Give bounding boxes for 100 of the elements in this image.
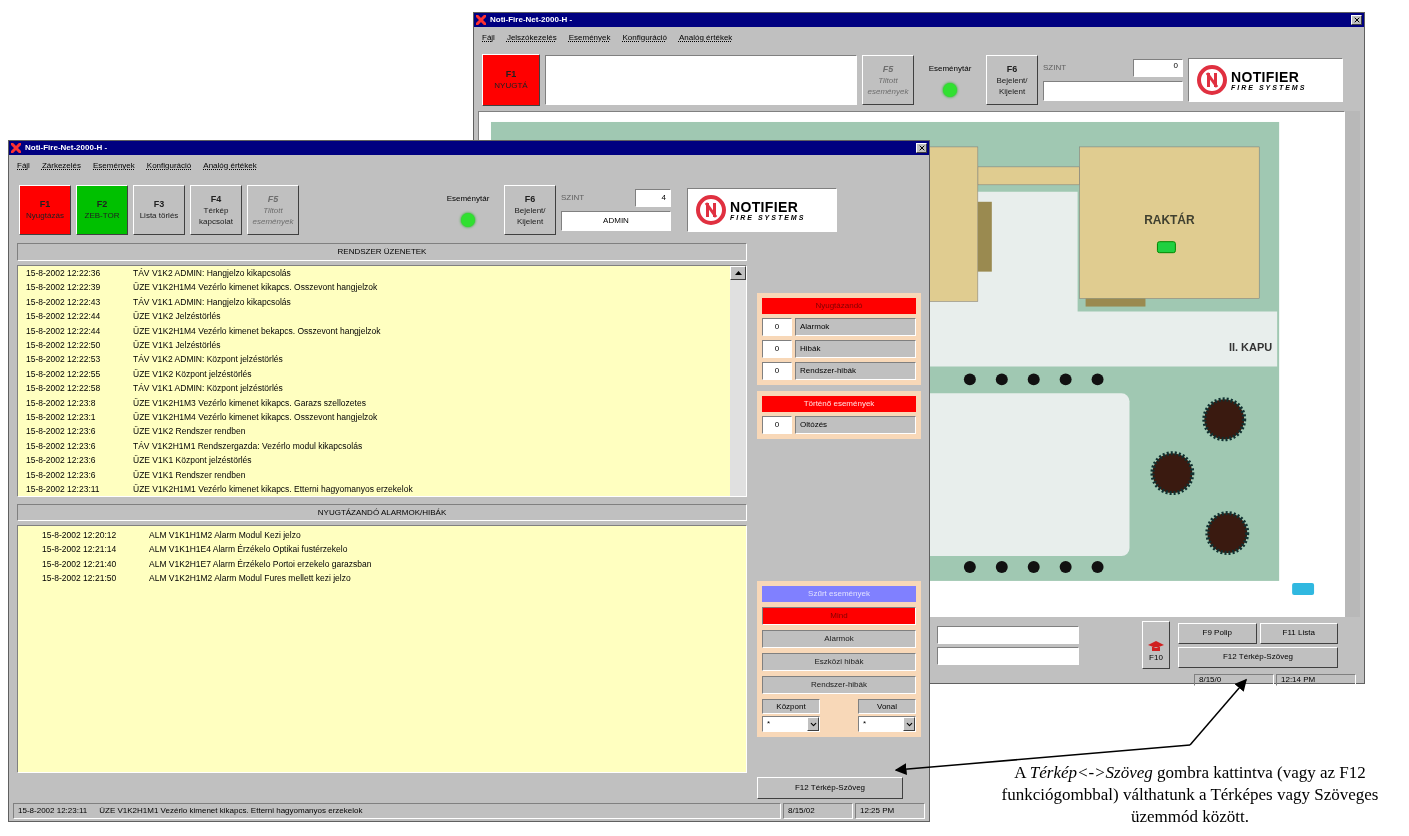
gate-label: II. KAPU	[1228, 341, 1273, 354]
select-label: Vonal	[858, 699, 916, 714]
log-time: 15-8-2002 12:22:58	[26, 382, 102, 396]
status-time: 12:14 PM	[1276, 673, 1356, 686]
log-message: ALM V1K2H1E7 Alarm Érzékelo Portoi erzekelo garazsban	[149, 557, 372, 571]
status-text: ÜZE V1K2H1M1 Vezérlo kimenet kikapcs. Etterni hagyomanyos erzekelok	[99, 805, 363, 817]
close-button[interactable]	[916, 143, 927, 153]
panel-title: Történő események	[762, 396, 916, 412]
log-message: TÁV V1K1 ADMIN: Hangjelzo kikapcsolás	[133, 295, 291, 309]
log-message: ÜZE V1K2H1M4 Vezérlo kimenet kikapcs. Osszevont hangjelzok	[133, 411, 378, 425]
function-key-button[interactable]: F6 Bejelent/ Kijelent	[504, 185, 556, 235]
close-button[interactable]	[1351, 15, 1362, 25]
menu-item[interactable]: Analóg értékek	[203, 160, 257, 172]
filter-option[interactable]: Rendszer-hibák	[762, 676, 916, 694]
count-field: 0	[762, 340, 792, 358]
toolbar-button[interactable]: F11 Lista	[1259, 622, 1338, 644]
dropdown-field[interactable]: *	[762, 716, 820, 732]
log-message: ALM V1K1H1M2 Alarm Modul Kezi jelzo	[149, 529, 301, 542]
menu-item[interactable]: Zárkezelés	[41, 160, 81, 172]
caption-text: A Térkép<->Szöveg gombra kattintva (vagy az F12 funkciógombbal) válthatunk a Térképes vagy Szöveges üzemmód között.	[1000, 762, 1380, 828]
count-field: 0	[762, 362, 792, 380]
info-field[interactable]	[937, 625, 1079, 644]
user-field[interactable]: ADMIN	[561, 211, 671, 231]
log-message: TÁV V1K2H1M1 Rendszergazda: Vezérlo modul kikapcsolás	[133, 439, 363, 453]
map-text-toggle-button[interactable]: F12 Térkép-Szöveg	[757, 777, 903, 799]
log-time: 15-8-2002 12:22:53	[26, 353, 102, 367]
scroll-up-icon	[734, 271, 742, 275]
function-key-button[interactable]: F3 Lista törlés	[133, 185, 185, 235]
log-message: ALM V1K2H1M2 Alarm Modul Fures mellett kezi jelzo	[149, 572, 351, 586]
app-icon	[11, 143, 21, 153]
log-message: ÜZE V1K1 Jelzéstörlés	[133, 339, 221, 353]
select-label: Központ	[762, 699, 820, 714]
log-message: ÜZE V1K2H1M3 Vezérlo kimenet kikapcs. Garazs szellozetes	[133, 396, 366, 410]
log-time: 15-8-2002 12:23:6	[26, 439, 97, 453]
function-key-button[interactable]: F2 ZEB-TOR	[76, 185, 128, 235]
toolbar-button[interactable]: F12 Térkép-Szöveg	[1178, 646, 1338, 668]
menu-item[interactable]: Események	[568, 32, 611, 44]
user-field[interactable]	[1043, 81, 1183, 101]
f10-button[interactable]: F10	[1142, 621, 1170, 670]
count-label: Hibák	[795, 340, 916, 358]
log-time: 15-8-2002 12:23:6	[26, 468, 97, 482]
log-time: 15-8-2002 12:23:6	[26, 425, 97, 439]
menu-item[interactable]: Konfiguráció	[622, 32, 667, 44]
log-time: 15-8-2002 12:21:14	[42, 543, 118, 557]
menu-item[interactable]: Fájl	[482, 32, 495, 44]
log-time: 15-8-2002 12:22:50	[26, 339, 102, 353]
building-label: RAKTÁR	[1144, 212, 1195, 227]
log-message: ÜZE V1K2H1M1 Vezérlo kimenet kikapcs. Etterni hagyomanyos erzekelok	[133, 483, 413, 496]
panel-title: Szűrt események	[762, 586, 916, 602]
log-time: 15-8-2002 12:23:1	[26, 411, 97, 425]
menu-item[interactable]: Jelszókezelés	[506, 32, 557, 44]
count-label: Oltózés	[795, 416, 916, 434]
info-field[interactable]	[937, 646, 1079, 665]
log-time: 15-8-2002 12:22:44	[26, 310, 102, 324]
scrollbar[interactable]	[1345, 111, 1360, 617]
panel-title: Nyugtázandó	[762, 298, 916, 314]
count-field: 0	[762, 416, 792, 434]
log-message: ÜZE V1K1 Központ jelzéstörlés	[133, 454, 252, 468]
menu-item[interactable]: Fájl	[17, 160, 30, 172]
brand-name: NOTIFIER	[1231, 69, 1301, 84]
count-field: 0	[762, 318, 792, 336]
log-time: 15-8-2002 12:20:12	[42, 529, 118, 542]
level-field[interactable]: 0	[1133, 59, 1183, 77]
level-label: SZINT	[1043, 62, 1067, 74]
dropdown-field[interactable]: *	[858, 716, 916, 732]
event-store-label: Eseménytár	[446, 193, 490, 205]
menu-item[interactable]: Konfiguráció	[146, 160, 192, 172]
log-time: 15-8-2002 12:23:8	[26, 396, 97, 410]
scrollbar[interactable]	[730, 266, 746, 496]
log-message: TÁV V1K2 ADMIN: Központ jelzéstörlés	[133, 353, 283, 367]
menu-item[interactable]: Események	[93, 160, 135, 172]
logo-mark-icon	[1197, 65, 1227, 95]
brand-name: NOTIFIER	[730, 199, 800, 214]
function-key-button[interactable]: F4 Térkép kapcsolat	[190, 185, 242, 235]
section-header: RENDSZER ÜZENETEK	[17, 243, 747, 261]
log-time: 15-8-2002 12:21:50	[42, 572, 118, 586]
function-key-button[interactable]: F1 Nyugtázás	[19, 185, 71, 235]
level-field[interactable]: 4	[635, 189, 671, 207]
toolbar-button[interactable]: F9 Polip	[1178, 622, 1257, 644]
function-key-button[interactable]: F6 Bejelent/ Kijelent	[986, 55, 1038, 105]
log-message: ÜZE V1K2H1M4 Vezérlo kimenet bekapcs. Osszevont hangjelzok	[133, 324, 381, 338]
message-field[interactable]	[545, 55, 857, 105]
log-message: ÜZE V1K2 Központ jelzéstörlés	[133, 367, 252, 381]
window-title: Noti-Fire-Net-2000-H -	[490, 14, 573, 26]
filter-option[interactable]: Eszközi hibák	[762, 653, 916, 671]
menu-item[interactable]: Analóg értékek	[679, 32, 733, 44]
log-time: 15-8-2002 12:22:55	[26, 367, 102, 381]
log-time: 15-8-2002 12:22:36	[26, 267, 102, 280]
status-event-time: 15-8-2002 12:23:11	[18, 805, 88, 817]
log-message: ALM V1K1H1E4 Alarm Érzékelo Optikai fustérzekelo	[149, 543, 348, 557]
function-key-button[interactable]: F1 NYUGTÁ	[482, 54, 540, 106]
log-message: TÁV V1K1 ADMIN: Központ jelzéstörlés	[133, 382, 283, 396]
status-date: 8/15/0	[1194, 673, 1274, 686]
status-date: 8/15/02	[783, 803, 853, 819]
log-time: 15-8-2002 12:22:39	[26, 281, 102, 295]
log-message: ÜZE V1K2H1M4 Vezérlo kimenet kikapcs. Osszevont hangjelzok	[133, 281, 378, 295]
count-label: Rendszer-hibák	[795, 362, 916, 380]
log-message: ÜZE V1K1 Rendszer rendben	[133, 468, 246, 482]
filter-option[interactable]: Alarmok	[762, 630, 916, 648]
log-time: 15-8-2002 12:23:11	[26, 483, 101, 496]
